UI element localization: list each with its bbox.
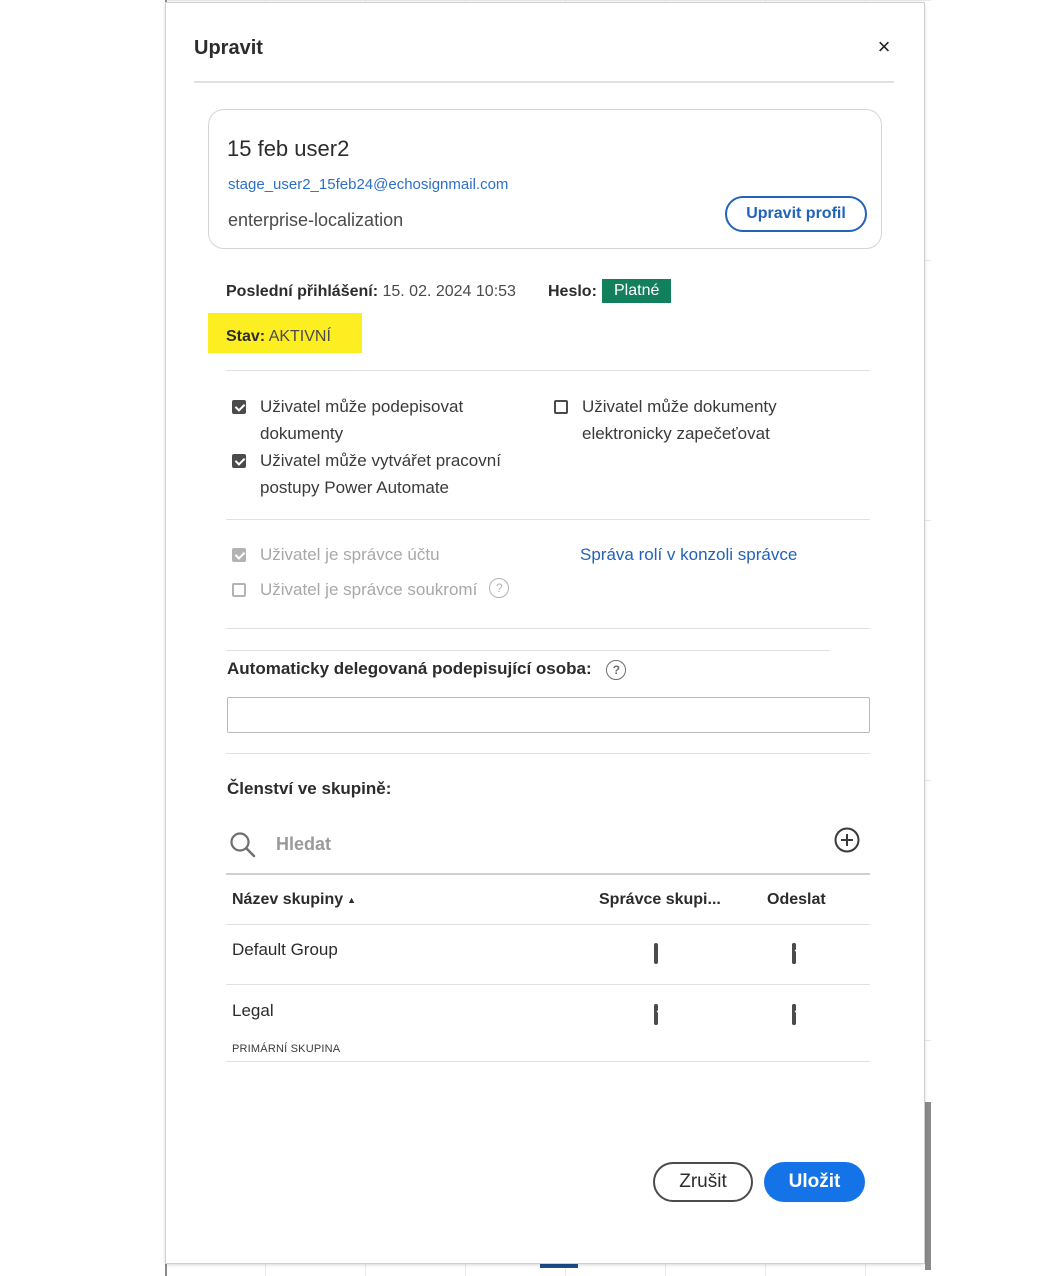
send-checkbox[interactable] bbox=[792, 1004, 796, 1025]
role-management-link[interactable]: Správa rolí v konzoli správce bbox=[580, 545, 797, 565]
group-row-name: Default Group bbox=[232, 940, 338, 959]
checkbox-box[interactable] bbox=[792, 943, 796, 964]
title-divider bbox=[194, 81, 894, 83]
status-row: Stav: AKTIVNÍ bbox=[208, 313, 362, 353]
password-status-badge: Platné bbox=[602, 279, 672, 303]
account-admin-label: Uživatel je správce účtu bbox=[260, 545, 440, 564]
save-button[interactable]: Uložit bbox=[764, 1162, 865, 1202]
delegation-label-text: Automaticky delegovaná podepisující osob… bbox=[227, 659, 592, 678]
edit-user-dialog: Upravit × 15 feb user2 stage_user2_15feb… bbox=[166, 3, 924, 1263]
account-admin-checkbox bbox=[232, 548, 246, 562]
add-group-icon[interactable] bbox=[833, 826, 861, 854]
checkbox-box[interactable] bbox=[792, 1004, 796, 1025]
dialog-title: Upravit bbox=[194, 37, 263, 59]
can-sign-label-line1: Uživatel může podepisovat bbox=[260, 397, 464, 416]
divider bbox=[226, 519, 870, 520]
privacy-admin-checkbox bbox=[232, 583, 246, 597]
search-icon bbox=[230, 832, 256, 858]
last-login-label: Poslední přihlášení: bbox=[226, 283, 379, 300]
divider bbox=[226, 628, 870, 629]
password-label: Heslo: bbox=[548, 283, 597, 300]
table-header-rule bbox=[226, 924, 870, 925]
table-top-rule bbox=[226, 873, 870, 875]
help-icon[interactable]: ? bbox=[489, 578, 510, 598]
power-automate-label-line1: Uživatel může vytvářet pracovní bbox=[260, 451, 501, 470]
e-seal-label-line1: Uživatel může dokumenty bbox=[582, 397, 777, 416]
permission-e-seal-label: Uživatel může dokumenty elektronicky zape… bbox=[582, 393, 777, 447]
background-edge bbox=[925, 1102, 931, 1270]
checkbox-box[interactable] bbox=[654, 943, 658, 964]
group-admin-checkbox[interactable] bbox=[654, 943, 658, 964]
permission-power-automate-label: Uživatel může vytvářet pracovní postupy P… bbox=[260, 447, 501, 501]
can-sign-checkbox[interactable] bbox=[232, 400, 246, 414]
table-bottom-rule bbox=[226, 1061, 870, 1062]
power-automate-label-line2: postupy Power Automate bbox=[260, 478, 450, 497]
last-login-value: 15. 02. 2024 10:53 bbox=[378, 283, 516, 300]
permission-power-automate[interactable]: Uživatel může vytvářet pracovní postupy P… bbox=[232, 447, 532, 501]
primary-group-label: PRIMÁRNÍ SKUPINA bbox=[232, 1043, 341, 1055]
group-search-input[interactable]: Hledat bbox=[276, 834, 331, 855]
checkbox-box[interactable] bbox=[654, 1004, 658, 1025]
group-membership-label: Členství ve skupině: bbox=[227, 779, 392, 798]
group-admin-checkbox[interactable] bbox=[654, 1004, 658, 1025]
close-icon[interactable]: × bbox=[870, 33, 898, 61]
profile-organization: enterprise-localization bbox=[228, 210, 404, 230]
permission-can-sign[interactable]: Uživatel může podepisovat dokumenty bbox=[232, 393, 522, 447]
edit-profile-button[interactable]: Upravit profil bbox=[725, 196, 867, 232]
privacy-admin-label: Uživatel je správce soukromí bbox=[260, 580, 478, 599]
column-header-group-admin[interactable]: Správce skupi... bbox=[599, 891, 721, 909]
table-row-rule bbox=[226, 984, 870, 985]
delegation-label: Automaticky delegovaná podepisující osob… bbox=[227, 659, 627, 680]
privacy-admin-option: Uživatel je správce soukromí ? bbox=[232, 576, 510, 603]
divider bbox=[226, 753, 870, 754]
status-label: Stav: bbox=[226, 328, 266, 345]
cancel-button[interactable]: Zrušit bbox=[653, 1162, 753, 1202]
account-admin-option: Uživatel je správce účtu bbox=[232, 541, 440, 568]
divider bbox=[226, 370, 870, 371]
column-header-group-name[interactable]: Název skupiny ▲ bbox=[232, 891, 356, 909]
permission-e-seal[interactable]: Uživatel může dokumenty elektronicky zape… bbox=[554, 393, 834, 447]
permission-can-sign-label: Uživatel může podepisovat dokumenty bbox=[260, 393, 463, 447]
e-seal-label-line2: elektronicky zapečeťovat bbox=[582, 424, 770, 443]
power-automate-checkbox[interactable] bbox=[232, 454, 246, 468]
send-checkbox[interactable] bbox=[792, 943, 796, 964]
e-seal-checkbox[interactable] bbox=[554, 400, 568, 414]
profile-email[interactable]: stage_user2_15feb24@echosignmail.com bbox=[228, 176, 508, 193]
last-login: Poslední přihlášení: 15. 02. 2024 10:53 bbox=[226, 283, 516, 301]
delegate-signer-input[interactable] bbox=[227, 697, 870, 733]
column-header-send[interactable]: Odeslat bbox=[767, 891, 826, 909]
can-sign-label-line2: dokumenty bbox=[260, 424, 344, 443]
column-header-group-name-label: Název skupiny bbox=[232, 891, 344, 908]
status-value: AKTIVNÍ bbox=[265, 328, 331, 345]
group-row-name: Legal bbox=[232, 1001, 274, 1020]
profile-name: 15 feb user2 bbox=[227, 136, 350, 161]
profile-card: 15 feb user2 stage_user2_15feb24@echosig… bbox=[208, 109, 882, 249]
sort-ascending-icon: ▲ bbox=[347, 894, 357, 905]
divider bbox=[226, 650, 830, 651]
help-icon[interactable]: ? bbox=[606, 659, 627, 680]
